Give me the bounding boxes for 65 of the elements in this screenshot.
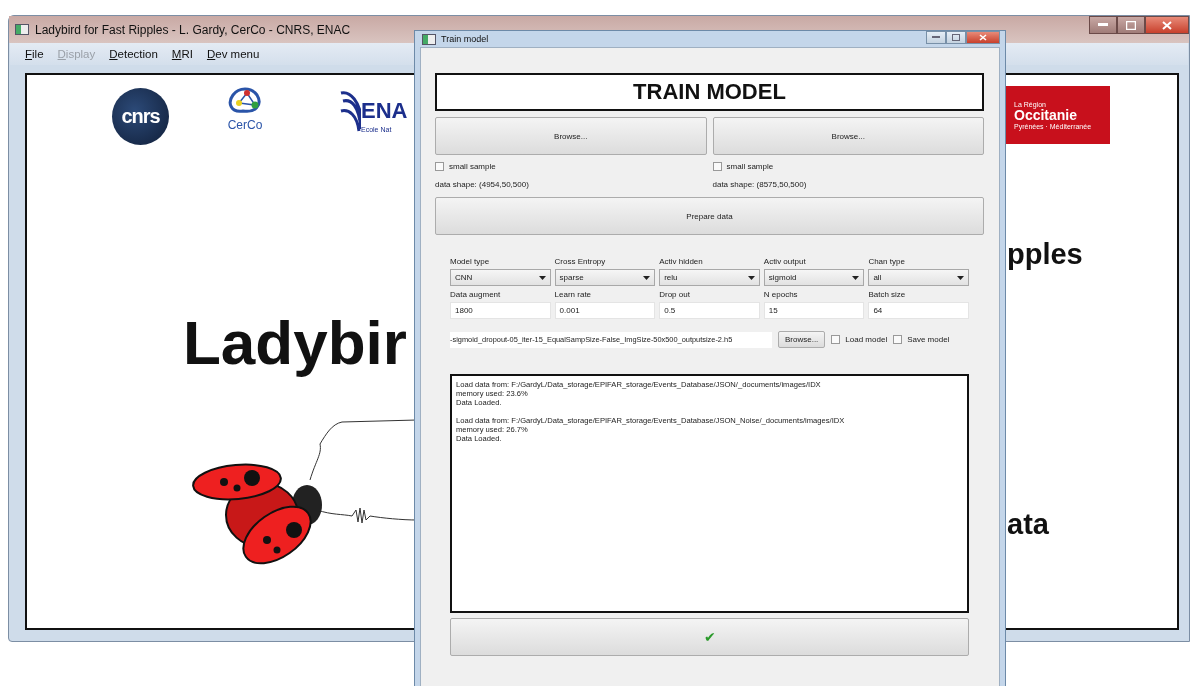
minimize-icon bbox=[932, 36, 940, 39]
checkbox[interactable] bbox=[712, 162, 722, 171]
caret-icon bbox=[643, 275, 651, 280]
window-title: Train model bbox=[441, 34, 489, 44]
menu-item[interactable]: Dev menu bbox=[206, 48, 260, 60]
caret-icon bbox=[957, 275, 964, 280]
minimize-button[interactable] bbox=[1089, 16, 1117, 34]
field-label: N epochs bbox=[763, 290, 799, 299]
dropdown[interactable]: CNN bbox=[450, 269, 551, 286]
cerco-logo: CerCo bbox=[225, 87, 265, 132]
input-field[interactable]: 0.5 bbox=[659, 302, 760, 319]
dropdown[interactable]: sparse bbox=[554, 269, 656, 286]
headline-text: ata bbox=[1007, 508, 1049, 541]
checkbox-label: Save model bbox=[907, 335, 950, 344]
menu-item[interactable]: MRI bbox=[171, 48, 193, 60]
close-button[interactable] bbox=[966, 31, 1000, 44]
field-label: Cross Entropy bbox=[554, 257, 607, 266]
data-shape-text: data shape: (4954,50,500) bbox=[435, 180, 530, 189]
app-icon bbox=[15, 24, 29, 35]
dropdown[interactable]: sigmoid bbox=[763, 269, 865, 286]
browse-button[interactable]: Browse... bbox=[712, 117, 984, 155]
checkbox-label: Load model bbox=[845, 335, 888, 344]
maximize-icon bbox=[1126, 20, 1136, 30]
field-label: Drop out bbox=[659, 290, 691, 299]
caret-icon bbox=[538, 275, 546, 280]
dropdown[interactable]: relu bbox=[659, 269, 760, 286]
checkbox[interactable] bbox=[831, 335, 841, 344]
input-field[interactable]: 1800 bbox=[450, 302, 551, 319]
prepare-data-button[interactable]: Prepare data bbox=[435, 197, 984, 235]
maximize-button[interactable] bbox=[946, 31, 966, 44]
maximize-icon bbox=[952, 34, 960, 41]
minimize-icon bbox=[1098, 23, 1108, 27]
browse-button[interactable]: Browse... bbox=[778, 331, 826, 348]
field-label: Data augment bbox=[450, 290, 502, 299]
checkbox-label: small sample bbox=[449, 162, 496, 171]
checkbox-label: small sample bbox=[726, 162, 774, 171]
window-title: Ladybird for Fast Ripples - L. Gardy, CerCo - CNRS, ENAC bbox=[35, 22, 351, 37]
checkbox[interactable] bbox=[435, 162, 444, 171]
close-button[interactable] bbox=[1145, 16, 1189, 34]
headline-text: pples bbox=[1007, 238, 1083, 271]
input-field[interactable]: 0.001 bbox=[554, 302, 656, 319]
maximize-button[interactable] bbox=[1117, 16, 1145, 34]
data-shape-text: data shape: (8575,50,500) bbox=[712, 180, 808, 189]
input-field[interactable]: 64 bbox=[868, 302, 969, 319]
field-label: Activ output bbox=[763, 257, 807, 266]
field-label: Learn rate bbox=[554, 290, 593, 299]
caret-icon bbox=[852, 275, 860, 280]
app-icon bbox=[422, 33, 436, 45]
close-icon bbox=[1162, 20, 1172, 30]
minimize-button[interactable] bbox=[926, 31, 946, 44]
field-label: Batch size bbox=[868, 290, 907, 299]
field-label: Chan type bbox=[868, 257, 906, 266]
dialog-heading: TRAIN MODEL bbox=[435, 73, 984, 111]
menu-item[interactable]: Detection bbox=[109, 48, 158, 60]
caret-icon bbox=[747, 275, 755, 280]
dropdown[interactable]: all bbox=[868, 269, 969, 286]
browse-button[interactable]: Browse... bbox=[435, 117, 707, 155]
field-label: Model type bbox=[450, 257, 491, 266]
cnrs-logo: cnrs bbox=[112, 88, 169, 145]
checkbox[interactable] bbox=[893, 335, 903, 344]
close-icon bbox=[979, 34, 987, 41]
headline-text: Ladybir bbox=[183, 307, 407, 378]
field-label: Activ hidden bbox=[659, 257, 704, 266]
menu-item[interactable]: File bbox=[25, 48, 44, 60]
input-field[interactable]: 15 bbox=[763, 302, 865, 319]
